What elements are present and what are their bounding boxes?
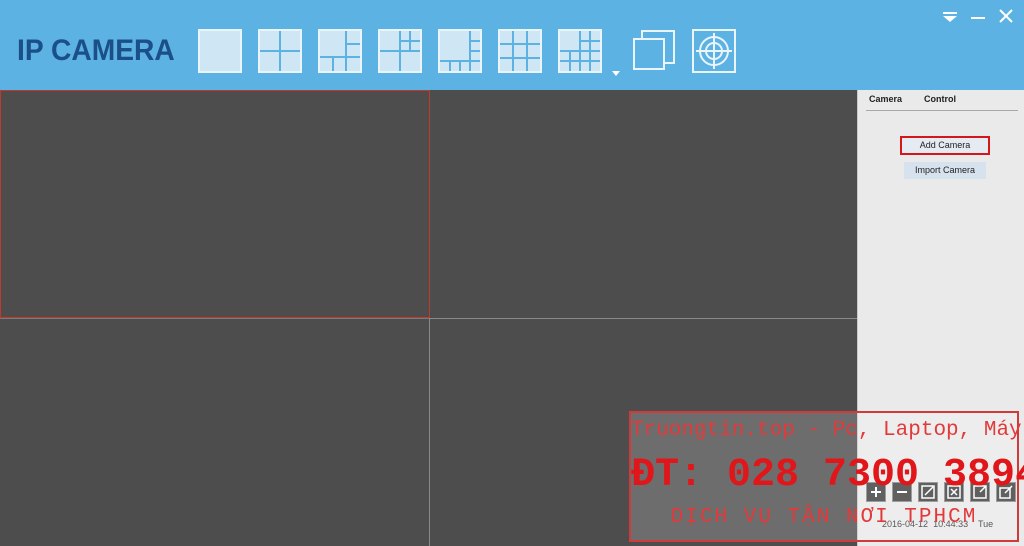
panel-tabs: Camera Control (866, 94, 1018, 111)
layout-8-view-button[interactable] (378, 29, 422, 73)
close-icon[interactable] (996, 6, 1016, 26)
watermark-line-2: ĐT: 028 7300 3894 (631, 453, 1024, 498)
tab-camera[interactable]: Camera (869, 94, 902, 104)
cycle-view-icon[interactable] (692, 29, 736, 73)
import-camera-button[interactable]: Import Camera (904, 162, 986, 179)
top-toolbar: IP CAMERA (0, 0, 1024, 90)
watermark-line-3: DỊCH VỤ TẬN NƠI TPHCM (670, 506, 978, 529)
app-logo: IP CAMERA (17, 34, 175, 67)
tab-divider (866, 110, 1018, 111)
layout-13-view-button[interactable] (558, 29, 602, 73)
layout-9-view-large-button[interactable] (438, 29, 482, 73)
layout-9-view-button[interactable] (498, 29, 542, 73)
layout-6-view-button[interactable] (318, 29, 362, 73)
fullscreen-icon[interactable] (632, 29, 676, 73)
layout-more-dropdown-icon[interactable] (612, 64, 620, 76)
video-pane-2[interactable] (430, 90, 857, 318)
watermark-line-1: Truongtin.top - Pc, Laptop, Máy In (631, 419, 1024, 442)
video-pane-1[interactable] (0, 90, 430, 318)
layout-4-view-button[interactable] (258, 29, 302, 73)
tab-control[interactable]: Control (924, 94, 956, 104)
menu-icon[interactable] (940, 6, 960, 26)
minimize-icon[interactable] (968, 6, 988, 26)
layout-1-view-button[interactable] (198, 29, 242, 73)
watermark: Truongtin.top - Pc, Laptop, Máy In ĐT: 0… (629, 411, 1024, 542)
video-pane-3[interactable] (0, 318, 430, 546)
add-camera-button[interactable]: Add Camera (900, 136, 990, 155)
